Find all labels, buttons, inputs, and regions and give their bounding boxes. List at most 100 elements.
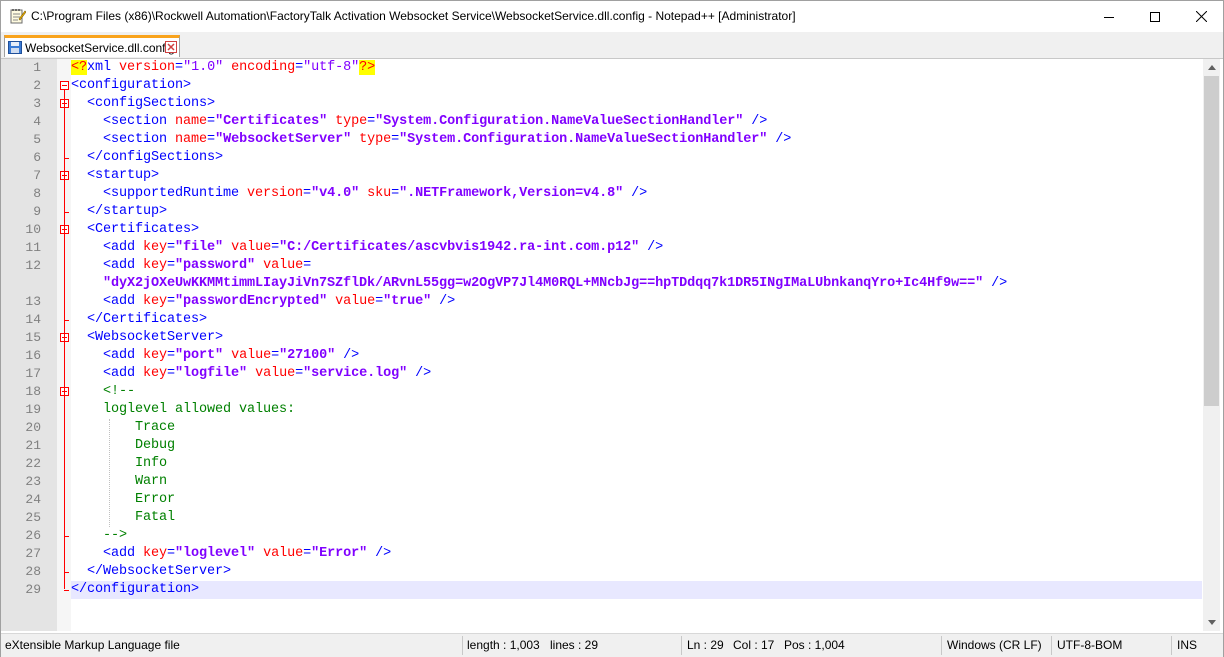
code-line[interactable]: "dyX2jOXeUwKKMMtimmLIayJiVn7SZflDk/ARvnL… <box>71 275 1007 293</box>
indent-guide <box>109 419 110 527</box>
code-line[interactable]: <add key="passwordEncrypted" value="true… <box>71 293 455 311</box>
code-line[interactable]: Trace <box>71 419 175 437</box>
line-number[interactable]: 3 <box>1 95 41 113</box>
code-line[interactable]: <?xml version="1.0" encoding="utf-8"?> <box>71 59 375 77</box>
notepad-plus-plus-icon[interactable] <box>10 8 27 24</box>
line-number[interactable]: 9 <box>1 203 41 221</box>
code-line[interactable]: Error <box>71 491 175 509</box>
code-token: "Error" <box>311 546 368 561</box>
code-line[interactable]: <add key="logfile" value="service.log" /… <box>71 365 431 383</box>
code-token: "file" <box>175 240 224 255</box>
status-eol-format[interactable]: Windows (CR LF) <box>947 634 1042 657</box>
code-line[interactable]: --> <box>71 527 127 545</box>
maximize-button[interactable] <box>1132 1 1178 32</box>
code-line[interactable]: <startup> <box>71 167 159 185</box>
line-number[interactable]: 26 <box>1 527 41 545</box>
line-number[interactable]: 27 <box>1 545 41 563</box>
code-line[interactable]: Fatal <box>71 509 175 527</box>
line-number[interactable]: 8 <box>1 185 41 203</box>
code-line[interactable]: Info <box>71 455 167 473</box>
code-line[interactable]: </configSections> <box>71 149 223 167</box>
close-tab-icon[interactable] <box>165 41 177 53</box>
line-number[interactable]: 20 <box>1 419 41 437</box>
code-line[interactable]: Warn <box>71 473 167 491</box>
code-line[interactable]: <Certificates> <box>71 221 199 239</box>
code-token: <configuration> <box>71 78 192 93</box>
line-number[interactable]: 18 <box>1 383 41 401</box>
line-number[interactable]: 10 <box>1 221 41 239</box>
code-line[interactable]: <add key="password" value= <box>71 257 311 275</box>
code-line[interactable]: <!-- <box>71 383 135 401</box>
line-number[interactable]: 14 <box>1 311 41 329</box>
minimize-button[interactable] <box>1086 1 1132 32</box>
code-line[interactable]: </configuration> <box>71 581 199 599</box>
scroll-down-arrow-icon[interactable] <box>1203 614 1220 631</box>
fold-end-marker <box>64 536 69 537</box>
line-number[interactable]: 13 <box>1 293 41 311</box>
code-line[interactable]: <WebsocketServer> <box>71 329 223 347</box>
line-number[interactable]: 29 <box>1 581 41 599</box>
code-line[interactable]: <configuration> <box>71 77 191 95</box>
line-number[interactable]: 21 <box>1 437 41 455</box>
status-line-number: Ln : 29 <box>687 638 724 652</box>
code-line[interactable]: <add key="port" value="27100" /> <box>71 347 359 365</box>
code-line[interactable]: <section name="Certificates" type="Syste… <box>71 113 767 131</box>
code-line[interactable]: </startup> <box>71 203 167 221</box>
line-number[interactable]: 19 <box>1 401 41 419</box>
line-number[interactable]: 2 <box>1 77 41 95</box>
code-token: loglevel allowed values: <box>71 402 296 417</box>
line-number[interactable]: 7 <box>1 167 41 185</box>
code-token: /> <box>623 186 648 201</box>
code-line[interactable]: <section name="WebsocketServer" type="Sy… <box>71 131 791 149</box>
line-number[interactable]: 15 <box>1 329 41 347</box>
code-token: "v4.0" <box>311 186 360 201</box>
code-token: = <box>271 240 280 255</box>
tab-websocketservice-dll-config[interactable]: WebsocketService.dll.config <box>4 35 180 57</box>
code-token: <? <box>71 60 88 75</box>
code-token: encoding <box>231 60 296 75</box>
line-number[interactable]: 6 <box>1 149 41 167</box>
editor-area[interactable]: 1 <?xml version="1.0" encoding="utf-8"?> 2… <box>1 59 1223 631</box>
code-token: key <box>143 366 168 381</box>
code-line[interactable]: <add key="file" value="C:/Certificates/a… <box>71 239 663 257</box>
line-number[interactable]: 28 <box>1 563 41 581</box>
title-bar[interactable]: C:\Program Files (x86)\Rockwell Automati… <box>1 1 1223 32</box>
close-window-button[interactable] <box>1178 1 1224 32</box>
code-token: = <box>367 114 376 129</box>
code-token: sku <box>367 186 392 201</box>
code-line[interactable]: <configSections> <box>71 95 215 113</box>
code-token: Warn <box>71 474 168 489</box>
code-line[interactable]: </WebsocketServer> <box>71 563 231 581</box>
code-line[interactable]: loglevel allowed values: <box>71 401 295 419</box>
line-number[interactable]: 25 <box>1 509 41 527</box>
line-number[interactable]: 12 <box>1 257 41 275</box>
scrollbar-thumb[interactable] <box>1204 76 1219 406</box>
status-bar: eXtensible Markup Language file length :… <box>1 633 1223 657</box>
line-number[interactable]: 11 <box>1 239 41 257</box>
line-number[interactable]: 4 <box>1 113 41 131</box>
code-line[interactable]: </Certificates> <box>71 311 207 329</box>
code-token: "utf-8" <box>303 60 360 75</box>
status-encoding[interactable]: UTF-8-BOM <box>1057 634 1122 657</box>
code-token: = <box>167 546 176 561</box>
code-line[interactable]: <supportedRuntime version="v4.0" sku=".N… <box>71 185 647 203</box>
line-number[interactable]: 1 <box>1 59 41 77</box>
line-number[interactable]: 17 <box>1 365 41 383</box>
line-number[interactable]: 5 <box>1 131 41 149</box>
line-number[interactable]: 16 <box>1 347 41 365</box>
code-token: = <box>167 348 176 363</box>
code-token: /> <box>431 294 456 309</box>
status-insert-mode[interactable]: INS <box>1177 634 1197 657</box>
line-number[interactable]: 23 <box>1 473 41 491</box>
vertical-scrollbar[interactable] <box>1203 59 1220 631</box>
line-number[interactable]: 24 <box>1 491 41 509</box>
scroll-up-arrow-icon[interactable] <box>1203 59 1220 76</box>
line-number[interactable]: 22 <box>1 455 41 473</box>
fold-toggle-icon[interactable] <box>60 81 69 90</box>
code-line[interactable]: Debug <box>71 437 175 455</box>
status-separator <box>1051 636 1052 655</box>
code-line[interactable]: <add key="loglevel" value="Error" /> <box>71 545 391 563</box>
code-token: <Certificates> <box>71 222 200 237</box>
